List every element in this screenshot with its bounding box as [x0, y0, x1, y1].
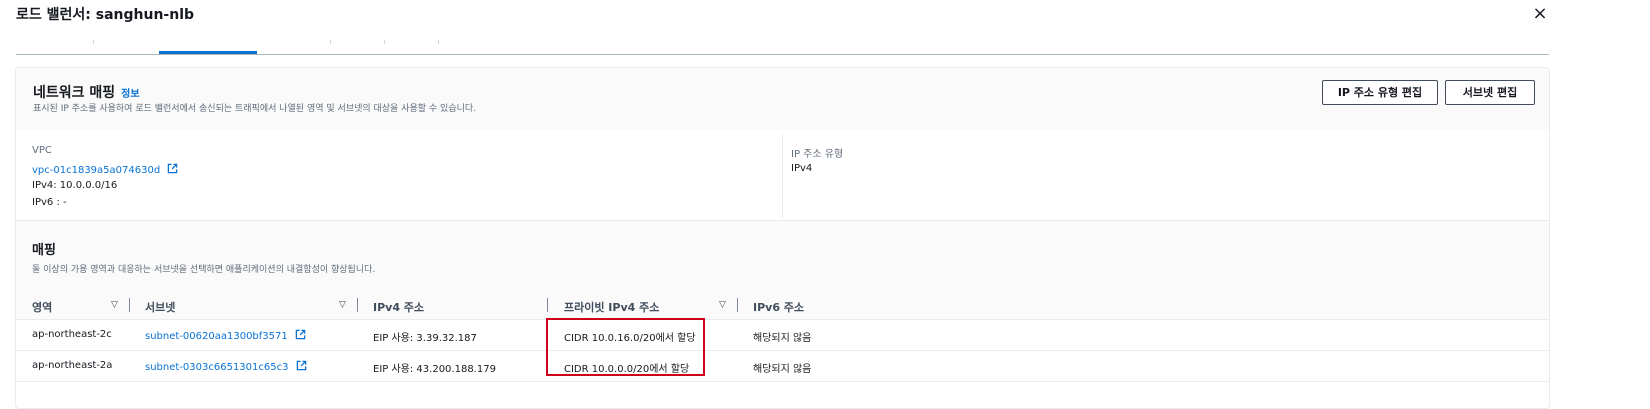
network-mapping-title: 네트워크 매핑 — [33, 85, 116, 101]
edit-subnet-button[interactable]: 서브넷 편집 — [1445, 80, 1535, 105]
col-subnet[interactable]: 서브넷 — [145, 299, 175, 315]
vpc-label: VPC — [32, 145, 52, 156]
tab-5[interactable] — [331, 38, 385, 54]
subnet-link[interactable]: subnet-00620aa1300bf3571 — [145, 331, 288, 342]
highlight-box — [546, 318, 705, 376]
ipv6-cell: 해당되지 않음 — [753, 333, 812, 344]
network-mapping-header: 네트워크 매핑 정보 표시된 IP 주소를 사용하여 로드 밸런서에서 송신되는 … — [16, 68, 1549, 131]
column-resizer[interactable] — [129, 298, 130, 312]
column-resizer[interactable] — [357, 298, 358, 312]
network-mapping-panel: 네트워크 매핑 정보 표시된 IP 주소를 사용하여 로드 밸런서에서 송신되는 … — [15, 67, 1550, 409]
network-mapping-description: 표시된 IP 주소를 사용하여 로드 밸런서에서 송신되는 트래픽에서 나열된 … — [33, 104, 477, 114]
ipv6-cell: 해당되지 않음 — [753, 364, 812, 375]
external-link-icon[interactable] — [295, 329, 306, 343]
edit-ip-type-button[interactable]: IP 주소 유형 편집 — [1322, 80, 1438, 105]
mapping-table-header: 영역 ▽ 서브넷 ▽ IPv4 주소 프라이빗 IPv4 주소 ▽ IPv6 주… — [16, 291, 1549, 320]
tab-3-active[interactable] — [159, 38, 257, 54]
column-resizer[interactable] — [737, 298, 738, 312]
external-link-icon[interactable] — [167, 163, 178, 177]
zone-cell: ap-northeast-2c — [32, 329, 112, 340]
ip-type-value: IPv4 — [791, 163, 813, 174]
column-resizer[interactable] — [547, 298, 548, 312]
zone-cell: ap-northeast-2a — [32, 360, 113, 371]
col-zone[interactable]: 영역 — [32, 299, 52, 315]
vpc-link[interactable]: vpc-01c1839a5a074630d — [32, 165, 160, 176]
sort-zone-icon[interactable]: ▽ — [111, 300, 118, 310]
tab-6[interactable] — [385, 38, 439, 54]
info-link[interactable]: 정보 — [121, 89, 139, 100]
col-private-ipv4[interactable]: 프라이빗 IPv4 주소 — [564, 299, 659, 315]
vpc-ipv4-cidr: IPv4: 10.0.0.0/16 — [32, 180, 118, 191]
vpc-id-row: vpc-01c1839a5a074630d — [32, 163, 178, 177]
col-ipv6[interactable]: IPv6 주소 — [753, 299, 804, 315]
col-ipv4[interactable]: IPv4 주소 — [373, 299, 424, 315]
table-row: ap-northeast-2c subnet-00620aa1300bf3571… — [16, 320, 1549, 351]
sort-private-ipv4-icon[interactable]: ▽ — [719, 300, 726, 310]
tab-4[interactable] — [257, 38, 331, 54]
ipv4-cell: EIP 사용: 3.39.32.187 — [373, 333, 477, 344]
modal-title: 로드 밸런서: sanghun-nlb — [16, 7, 195, 23]
tab-bar — [16, 38, 1549, 55]
subnet-cell: subnet-00620aa1300bf3571 — [145, 329, 306, 343]
tab-1[interactable] — [16, 38, 94, 54]
vpc-ipv6-cidr: IPv6 : - — [32, 197, 67, 208]
close-icon[interactable]: × — [1530, 4, 1550, 24]
mapping-header: 매핑 둘 이상의 가용 영역과 대응하는 서브넷을 선택하면 애플리케이션의 내… — [16, 221, 1549, 292]
sort-subnet-icon[interactable]: ▽ — [339, 300, 346, 310]
external-link-icon[interactable] — [296, 360, 307, 374]
vpc-details: VPC vpc-01c1839a5a074630d IPv4: 10.0.0.0… — [16, 130, 1549, 221]
subnet-link[interactable]: subnet-0303c6651301c65c3 — [145, 362, 288, 373]
mapping-title: 매핑 — [32, 243, 56, 258]
network-mapping-heading: 네트워크 매핑 정보 — [33, 82, 140, 102]
column-divider — [782, 134, 783, 218]
table-row: ap-northeast-2a subnet-0303c6651301c65c3… — [16, 351, 1549, 382]
mapping-description: 둘 이상의 가용 영역과 대응하는 서브넷을 선택하면 애플리케이션의 내결함성… — [32, 265, 376, 275]
tab-2[interactable] — [94, 38, 159, 54]
ip-type-label: IP 주소 유형 — [791, 149, 844, 160]
subnet-cell: subnet-0303c6651301c65c3 — [145, 360, 307, 374]
ipv4-cell: EIP 사용: 43.200.188.179 — [373, 364, 496, 375]
